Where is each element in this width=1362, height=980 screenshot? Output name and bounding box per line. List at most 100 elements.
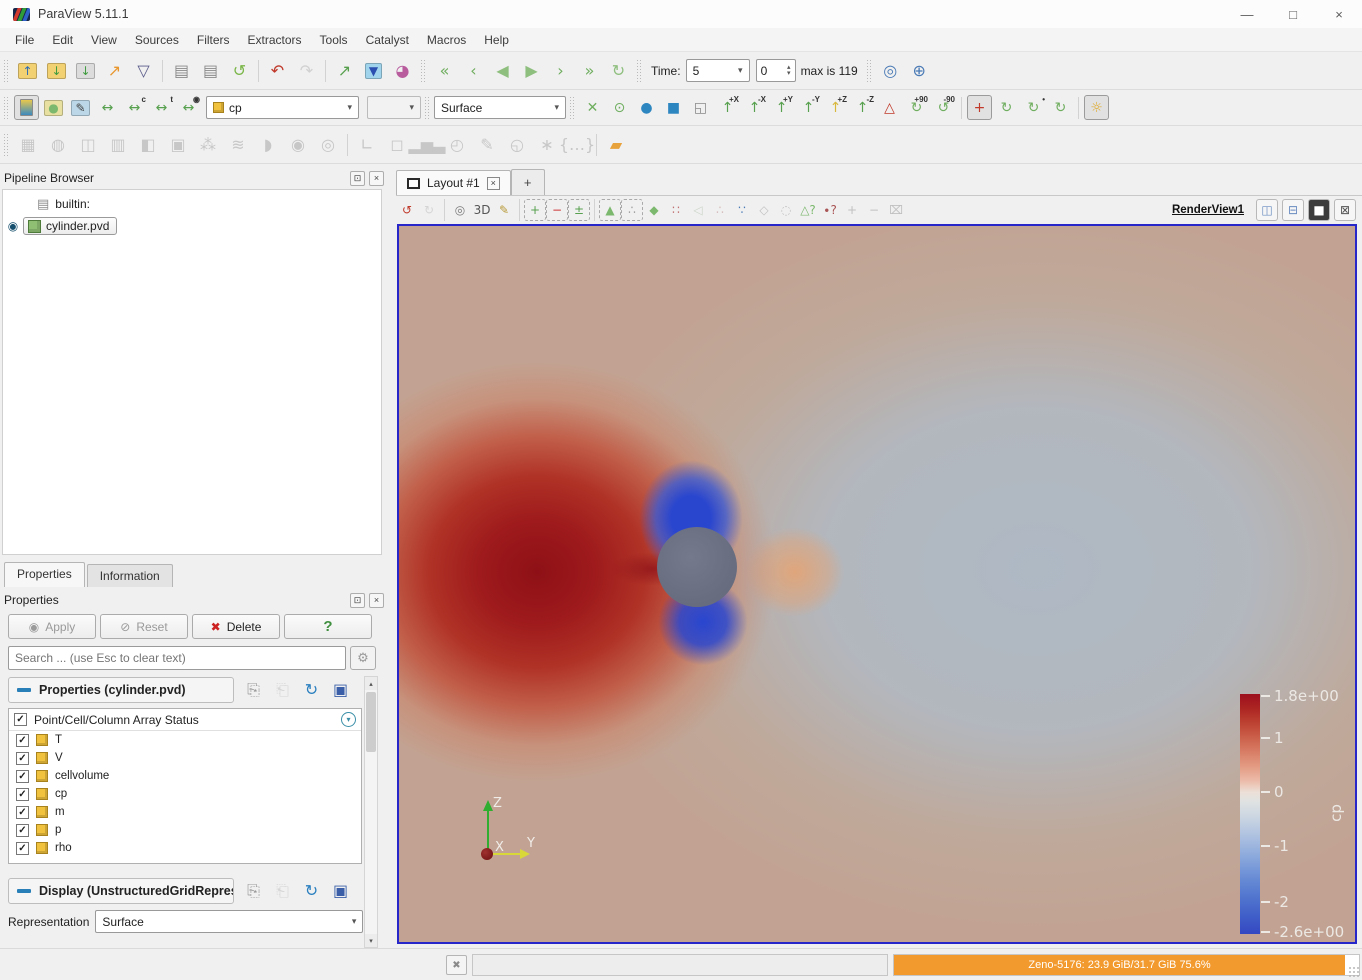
array-checkbox-cellvolume[interactable]: ✓ [16,770,29,783]
close-tab-icon[interactable]: × [487,177,500,190]
render-viewport[interactable]: 1.8e+0010-1-2-2.6e+00 cp Z Y X [397,224,1357,944]
rescale-custom-range-icon[interactable]: ↔c [122,95,147,120]
tab-layout-1[interactable]: Layout #1 × [396,170,511,195]
set-view-minus-y-icon[interactable]: ↑-Y [796,95,821,120]
rotate-90-cw-icon[interactable]: ↻+90 [904,95,929,120]
last-frame-icon[interactable]: » [576,57,603,84]
query-cells-icon[interactable]: △? [797,199,819,221]
scroll-up-icon[interactable]: ▴ [365,677,377,690]
colorbar-gradient[interactable] [1240,694,1260,934]
split-vertical-button[interactable]: ⊟ [1282,199,1304,221]
rescale-temporal-range-icon[interactable]: ↔t [149,95,174,120]
gear-icon[interactable]: ⚙ [350,646,376,670]
select-cells-through-icon[interactable]: ◆ [643,199,665,221]
color-palette-icon[interactable]: ◕ [389,57,416,84]
close-view-button[interactable]: ⊠ [1334,199,1356,221]
menu-tools[interactable]: Tools [311,30,357,50]
properties-scrollbar[interactable]: ▴ ▾ [364,676,378,948]
toolbar-grip[interactable] [3,96,10,120]
collapse-icon[interactable] [17,688,31,692]
scroll-down-icon[interactable]: ▾ [365,934,377,947]
float-dock-button[interactable]: ⊡ [350,171,365,186]
time-value-combo[interactable]: 5 ▾ [686,59,750,82]
menu-macros[interactable]: Macros [418,30,475,50]
zoom-to-box-icon[interactable]: ◱ [688,95,713,120]
array-checkbox-p[interactable]: ✓ [16,824,29,837]
copy-properties-icon[interactable]: ⎘ [240,877,267,904]
query-points-icon[interactable]: ∙? [819,199,841,221]
menu-filters[interactable]: Filters [188,30,239,50]
close-dock-button[interactable]: × [369,171,384,186]
array-filter-icon[interactable]: ▾ [341,712,356,727]
help-button[interactable]: ? [284,614,372,639]
rotate-camera-icon[interactable]: ↻ [1048,95,1073,120]
isometric-view-icon[interactable]: △ [877,95,902,120]
select-points-through-icon[interactable]: ∷ [665,199,687,221]
open-file-icon[interactable]: ↑ [14,57,41,84]
first-frame-icon[interactable]: « [431,57,458,84]
rotate-90-ccw-icon[interactable]: ↺-90 [931,95,956,120]
ruler-icon[interactable]: ▰ [602,131,630,159]
toolbar-grip[interactable] [424,96,431,120]
set-view-plus-x-icon[interactable]: ↑+X [715,95,740,120]
abort-task-button[interactable]: ✖ [446,955,467,975]
toolbar-grip[interactable] [3,59,10,83]
array-checkbox-m[interactable]: ✓ [16,806,29,819]
reload-properties-icon[interactable]: ↻ [298,877,325,904]
array-status-checkbox[interactable]: ✓ [14,713,27,726]
hover-points-icon[interactable]: ∵ [731,199,753,221]
save-data-icon[interactable]: ↓ [72,57,99,84]
menu-catalyst[interactable]: Catalyst [357,30,418,50]
new-layout-tab[interactable]: + [511,169,545,195]
collapse-icon[interactable] [17,889,31,893]
rescale-data-range-icon[interactable]: ↔ [95,95,120,120]
color-map-editor-icon[interactable] [14,95,39,120]
toolbar-grip[interactable] [569,96,576,120]
selection-colors-icon[interactable]: ▼ [360,57,387,84]
zoom-to-data-icon[interactable]: ⊙ [607,95,632,120]
loop-icon[interactable]: ↻ [605,57,632,84]
close-dock-button[interactable]: × [369,593,384,608]
previous-frame-icon[interactable]: ‹ [460,57,487,84]
save-screenshot-icon[interactable]: ◎ [449,199,471,221]
display-section-header[interactable]: Display (UnstructuredGridRepres [8,878,234,904]
play-backward-icon[interactable]: ◀ [489,57,516,84]
array-checkbox-rho[interactable]: ✓ [16,842,29,855]
resize-grip[interactable] [1348,966,1360,978]
reset-session-icon[interactable]: ↺ [226,57,253,84]
search-input[interactable] [8,646,346,670]
scrollbar-thumb[interactable] [366,692,376,752]
capture-screenshot-icon[interactable]: ↗ [101,57,128,84]
toolbar-grip[interactable] [420,59,427,83]
float-dock-button[interactable]: ⊡ [350,593,365,608]
menu-extractors[interactable]: Extractors [239,30,311,50]
pick-rotation-center-icon[interactable]: ↻ [994,95,1019,120]
toolbar-grip[interactable] [636,59,643,83]
spinner-arrows-icon[interactable]: ▴▾ [787,65,791,77]
load-state-icon[interactable]: ↓ [43,57,70,84]
pipeline-item-builtin[interactable]: ▤ builtin: [3,193,381,215]
rescale-visible-range-icon[interactable]: ↔◉ [176,95,201,120]
subtract-selection-icon[interactable]: − [546,199,568,221]
connect-server-icon[interactable]: ▤ [168,57,195,84]
set-view-plus-z-icon[interactable]: ↑+Z [823,95,848,120]
set-view-minus-x-icon[interactable]: ↑-X [742,95,767,120]
reset-camera-closest-icon[interactable]: ● [634,95,659,120]
solid-color-icon[interactable]: ● [41,95,66,120]
tab-properties[interactable]: Properties [4,562,85,587]
select-points-on-icon[interactable]: ∴ [621,199,643,221]
representation-panel-select[interactable]: Surface ▾ [95,910,363,933]
maximize-view-button[interactable]: ■ [1308,199,1330,221]
camera-undo-icon[interactable]: ↺ [396,199,418,221]
toolbar-grip[interactable] [866,59,873,83]
zoom-closest-to-data-icon[interactable]: ■ [661,95,686,120]
menu-view[interactable]: View [82,30,126,50]
camera-add-icon[interactable]: ⊕ [906,57,933,84]
minimize-button[interactable]: — [1224,0,1270,28]
toggle-selection-icon[interactable]: ± [568,199,590,221]
set-view-plus-y-icon[interactable]: ↑+Y [769,95,794,120]
color-array-select[interactable]: cp ▾ [206,96,359,119]
source-section-header[interactable]: Properties (cylinder.pvd) [8,677,234,703]
play-icon[interactable]: ▶ [518,57,545,84]
next-frame-icon[interactable]: › [547,57,574,84]
